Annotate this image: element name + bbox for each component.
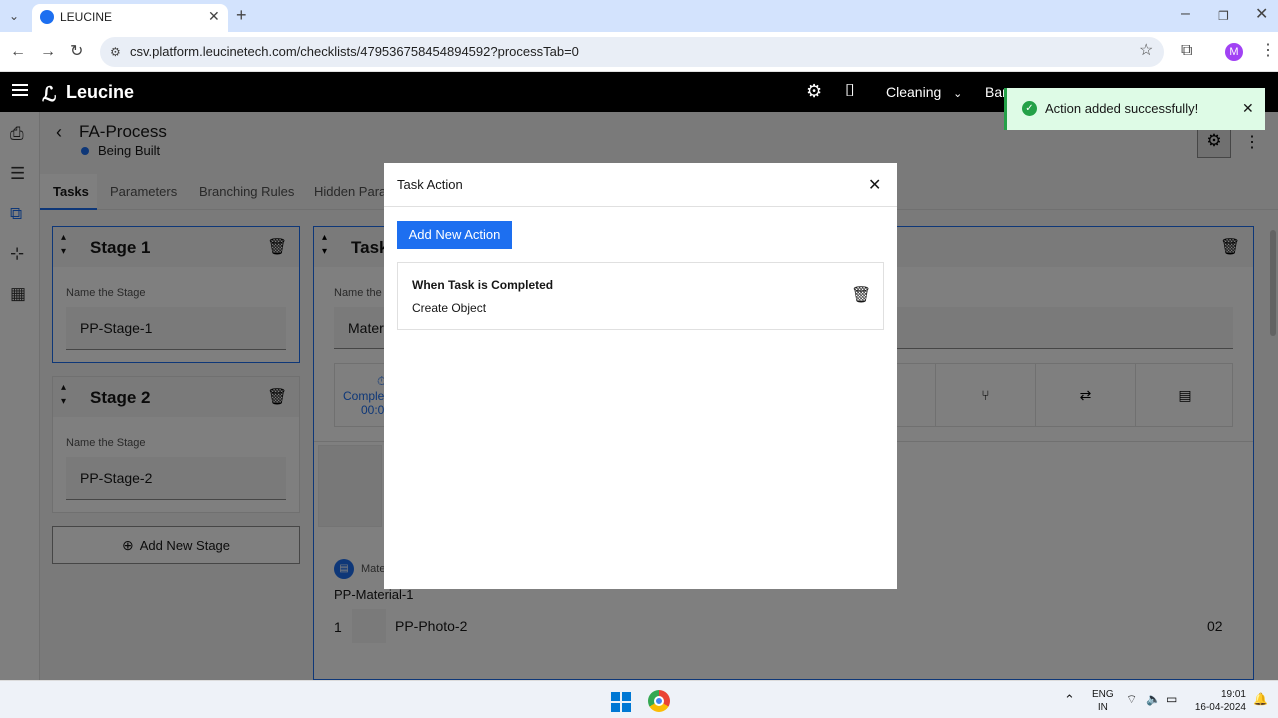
tab-search-icon[interactable]: ⌄ — [9, 8, 19, 24]
url-text: csv.platform.leucinetech.com/checklists/… — [130, 44, 579, 59]
restore-icon[interactable]: ❐ — [1218, 8, 1229, 24]
leucine-favicon — [40, 10, 54, 24]
window-close-icon[interactable]: ✕ — [1255, 7, 1268, 23]
minimize-icon[interactable]: – — [1181, 6, 1190, 22]
clock-date: 16-04-2024 — [1194, 702, 1246, 713]
region-code: IN — [1097, 702, 1108, 713]
facility-selector[interactable]: Cleaning ⌄ — [886, 84, 962, 100]
battery-icon[interactable]: ▭ — [1166, 692, 1177, 706]
browser-menu-icon[interactable]: ⋮ — [1260, 43, 1276, 59]
task-action-modal: Task Action ✕ Add New Action When Task i… — [384, 163, 897, 589]
chrome-taskbar-icon[interactable] — [648, 690, 670, 712]
tab-close-icon[interactable]: ✕ — [208, 8, 220, 25]
wifi-icon[interactable]: ⌔ — [1126, 692, 1137, 707]
language-code: ENG — [1092, 689, 1114, 700]
windows-taskbar: ⌃ ENG IN ⌔ 🔈 ▭ 19:01 16-04-2024 🔔 — [0, 680, 1278, 718]
modal-divider — [384, 206, 897, 207]
success-toast: ✓ Action added successfully! ✕ — [1004, 88, 1265, 130]
toast-close-icon[interactable]: ✕ — [1242, 100, 1254, 117]
clock-time: 19:01 — [1220, 689, 1246, 700]
profile-initial: M — [1229, 46, 1239, 58]
url-input[interactable]: ⚙ csv.platform.leucinetech.com/checklist… — [100, 37, 1164, 67]
modal-title: Task Action — [397, 177, 463, 192]
facility-name: Cleaning — [886, 84, 942, 100]
add-new-action-button[interactable]: Add New Action — [397, 221, 512, 249]
notification-bell-icon[interactable]: 🔔 — [1253, 692, 1268, 706]
chevron-down-icon: ⌄ — [953, 88, 963, 100]
leucine-logo-icon: ℒ — [42, 84, 57, 106]
forward-icon[interactable]: → — [40, 44, 56, 60]
brand-name: Leucine — [66, 82, 135, 102]
success-check-icon: ✓ — [1022, 101, 1037, 116]
action-card: When Task is Completed Create Object 🗑 — [397, 262, 884, 330]
back-icon[interactable]: ← — [10, 44, 26, 60]
toast-message: Action added successfully! — [1045, 101, 1199, 116]
site-info-icon[interactable]: ⚙ — [110, 37, 121, 67]
language-indicator[interactable]: ENG IN — [1092, 688, 1114, 714]
windows-start-icon[interactable] — [611, 692, 631, 712]
close-icon[interactable]: ✕ — [868, 175, 881, 195]
scanner-icon[interactable]: ⌷ — [845, 81, 855, 101]
settings-icon[interactable]: ⚙ — [806, 81, 822, 102]
browser-tab[interactable]: LEUCINE ✕ — [32, 4, 228, 32]
action-trigger: When Task is Completed — [412, 278, 554, 292]
tab-title: LEUCINE — [60, 10, 113, 24]
reload-icon[interactable]: ↻ — [70, 44, 83, 60]
delete-action-icon[interactable]: 🗑 — [851, 285, 871, 305]
new-tab-icon[interactable]: + — [236, 6, 247, 24]
hamburger-menu-icon[interactable] — [12, 84, 28, 96]
extensions-icon[interactable]: ⧉ — [1181, 43, 1192, 59]
bookmark-star-icon[interactable]: ☆ — [1139, 43, 1153, 59]
action-type: Create Object — [412, 301, 487, 315]
browser-address-bar: ← → ↻ ⚙ csv.platform.leucinetech.com/che… — [0, 32, 1278, 72]
browser-tab-bar: ⌄ LEUCINE ✕ + – ❐ ✕ — [0, 0, 1278, 32]
chevron-up-icon[interactable]: ⌃ — [1064, 692, 1075, 708]
volume-icon[interactable]: 🔈 — [1146, 692, 1161, 706]
profile-avatar[interactable]: M — [1225, 43, 1243, 61]
clock[interactable]: 19:01 16-04-2024 — [1194, 688, 1246, 714]
